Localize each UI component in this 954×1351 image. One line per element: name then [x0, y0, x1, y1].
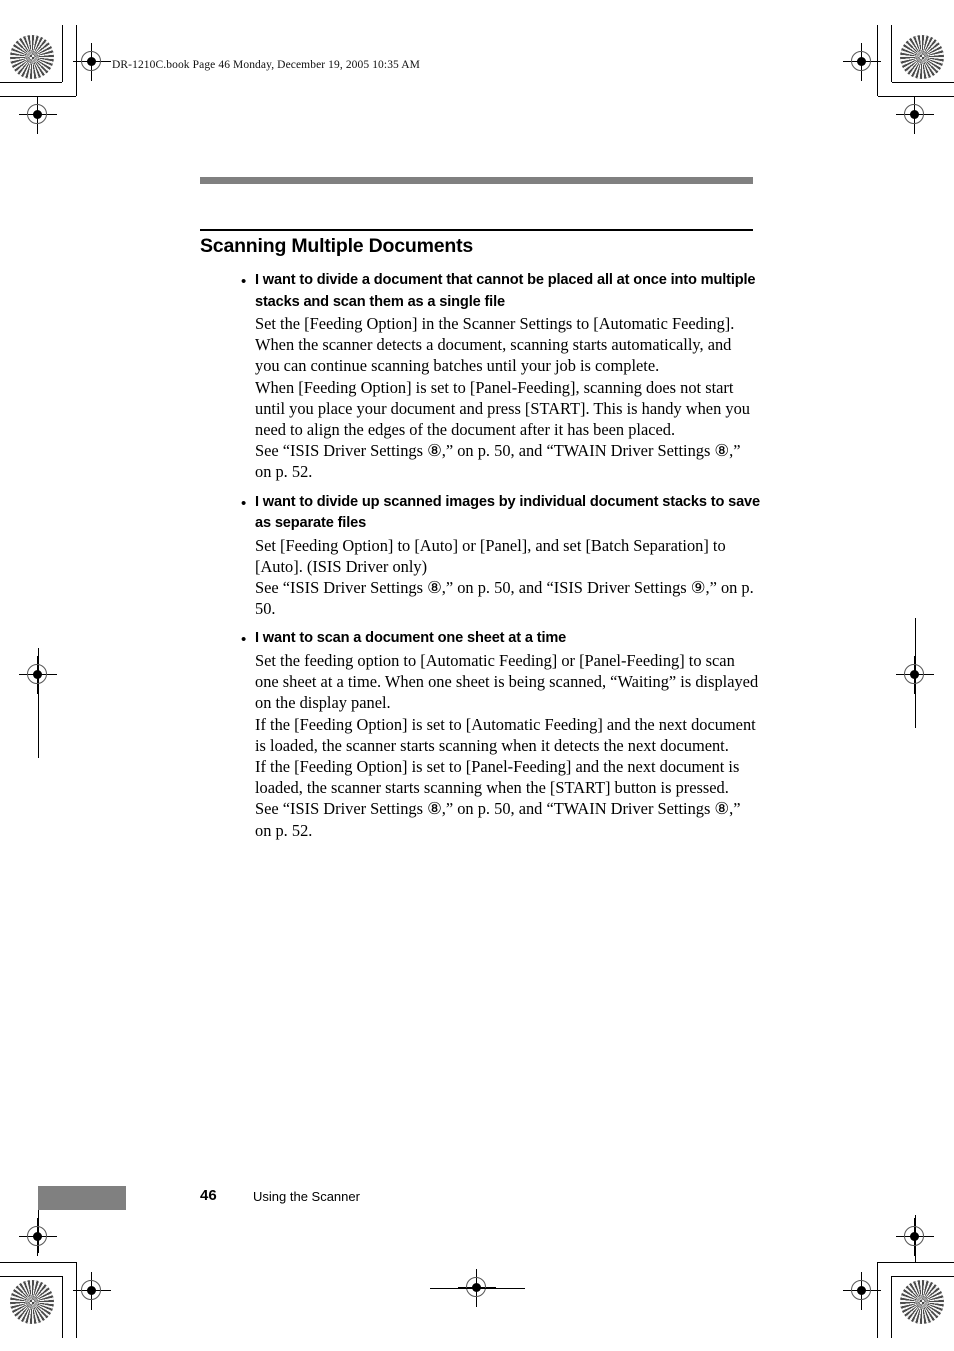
crop-line: [891, 1276, 892, 1338]
crop-line: [62, 25, 63, 82]
crop-line: [892, 82, 954, 83]
registration-target: [69, 39, 115, 85]
registration-target: [15, 92, 61, 138]
cross-reference: See “ISIS Driver Settings ⑧,” on p. 50, …: [255, 441, 741, 482]
registration-target: [839, 39, 885, 85]
cross-reference: See “ISIS Driver Settings ⑧,” on p. 50, …: [255, 578, 754, 619]
density-burst-target: [10, 35, 54, 79]
bullet-icon: •: [241, 494, 247, 512]
registration-target: [892, 1214, 938, 1260]
topic-block: • I want to divide up scanned images by …: [200, 492, 760, 620]
book-file-header: DR-1210C.book Page 46 Monday, December 1…: [112, 59, 420, 71]
topic-block: • I want to scan a document one sheet at…: [200, 628, 760, 840]
page-number: 46: [200, 1187, 217, 1204]
crop-line: [892, 1276, 954, 1277]
topic-heading: I want to scan a document one sheet at a…: [255, 630, 567, 647]
topic-paragraph: Set the [Feeding Option] in the Scanner …: [255, 314, 735, 376]
top-gray-bar: [200, 177, 753, 184]
registration-target: [15, 652, 61, 698]
topic-block: • I want to divide a document that canno…: [200, 270, 760, 483]
topic-paragraph: Set the feeding option to [Automatic Fee…: [255, 650, 759, 713]
topic-heading: I want to divide up scanned images by in…: [255, 493, 760, 532]
footer-chapter-label: Using the Scanner: [253, 1189, 360, 1204]
registration-target: [69, 1268, 115, 1314]
registration-target: [892, 92, 938, 138]
registration-target: [839, 1268, 885, 1314]
density-burst-target: [10, 1280, 54, 1324]
topic-paragraph: When [Feeding Option] is set to [Panel-F…: [255, 377, 750, 440]
crop-line: [0, 1262, 76, 1263]
bottom-center-crop-line: [430, 1288, 525, 1289]
heading-divider-rule: [200, 229, 753, 231]
page-title: Scanning Multiple Documents: [200, 235, 474, 257]
density-burst-target: [900, 35, 944, 79]
page-content: Scanning Multiple Documents • I want to …: [200, 232, 760, 841]
topic-paragraph: If the [Feeding Option] is set to [Panel…: [255, 756, 740, 798]
registration-target: [892, 652, 938, 698]
registration-target: [15, 1214, 61, 1260]
bullet-icon: •: [241, 631, 247, 649]
footer-gray-bar: [38, 1186, 126, 1210]
topic-paragraph: If the [Feeding Option] is set to [Autom…: [255, 714, 756, 755]
document-page: DR-1210C.book Page 46 Monday, December 1…: [0, 0, 954, 1351]
cross-reference: See “ISIS Driver Settings ⑧,” on p. 50, …: [255, 799, 741, 840]
bullet-icon: •: [241, 273, 247, 290]
crop-line: [878, 1262, 954, 1263]
crop-line: [62, 1276, 63, 1338]
crop-line: [891, 25, 892, 82]
topic-paragraph: Set [Feeding Option] to [Auto] or [Panel…: [255, 535, 726, 576]
crop-line: [0, 1276, 62, 1277]
topic-heading: I want to divide a document that cannot …: [255, 272, 756, 310]
crop-line: [0, 82, 62, 83]
density-burst-target: [900, 1280, 944, 1324]
